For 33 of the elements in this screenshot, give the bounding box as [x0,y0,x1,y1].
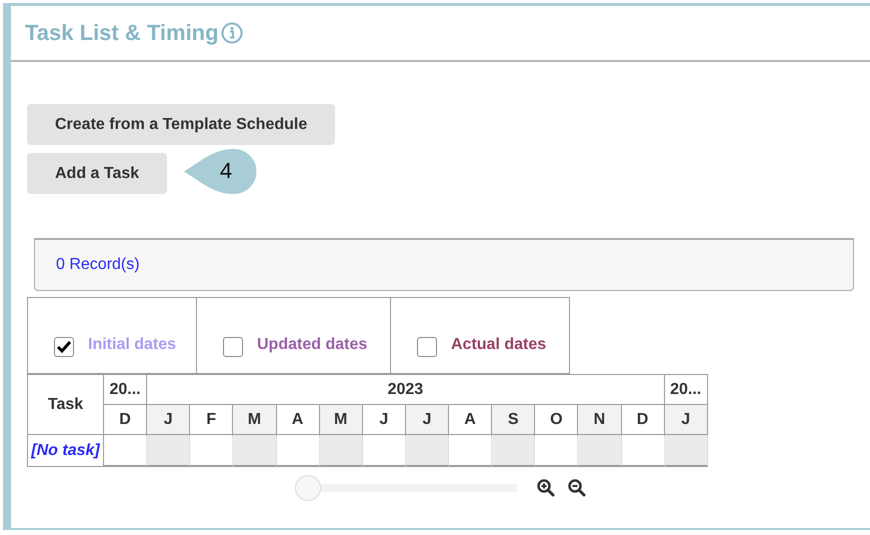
timeline-cell [233,435,276,467]
timeline-cell [147,435,190,467]
timeline-cell [406,435,449,467]
zoom-in-icon[interactable] [537,479,555,497]
record-count: 0 Record(s) [56,256,140,274]
info-icon[interactable] [220,22,243,44]
timeline-cell [664,435,708,467]
checkbox[interactable] [417,337,437,357]
timeline-cell [320,435,363,467]
month-header: S [492,405,536,435]
slider-thumb[interactable] [295,475,321,501]
year-header: 2023 [147,374,665,405]
checkbox[interactable] [54,337,74,357]
month-header: J [406,405,449,435]
zoom-out-icon[interactable] [568,479,586,497]
timeline-cell [578,435,622,467]
legend-label: Initial dates [88,336,176,354]
legend-label: Updated dates [257,336,368,354]
panel-title: Task List & Timing [25,20,219,46]
column-header: Task [27,374,104,435]
checkbox[interactable] [223,337,243,357]
month-header: J [147,405,190,435]
month-header: M [233,405,276,435]
timeline-cell [492,435,536,467]
task-cell: [No task] [27,435,104,467]
legend-label: Actual dates [451,336,546,354]
month-header: J [664,405,708,435]
year-header: 20... [104,374,148,405]
month-header: M [320,405,363,435]
step-number: 4 [218,158,234,184]
month-header: N [578,405,622,435]
action-button[interactable]: Create from a Template Schedule [27,104,336,145]
action-button[interactable]: Add a Task [27,153,168,194]
